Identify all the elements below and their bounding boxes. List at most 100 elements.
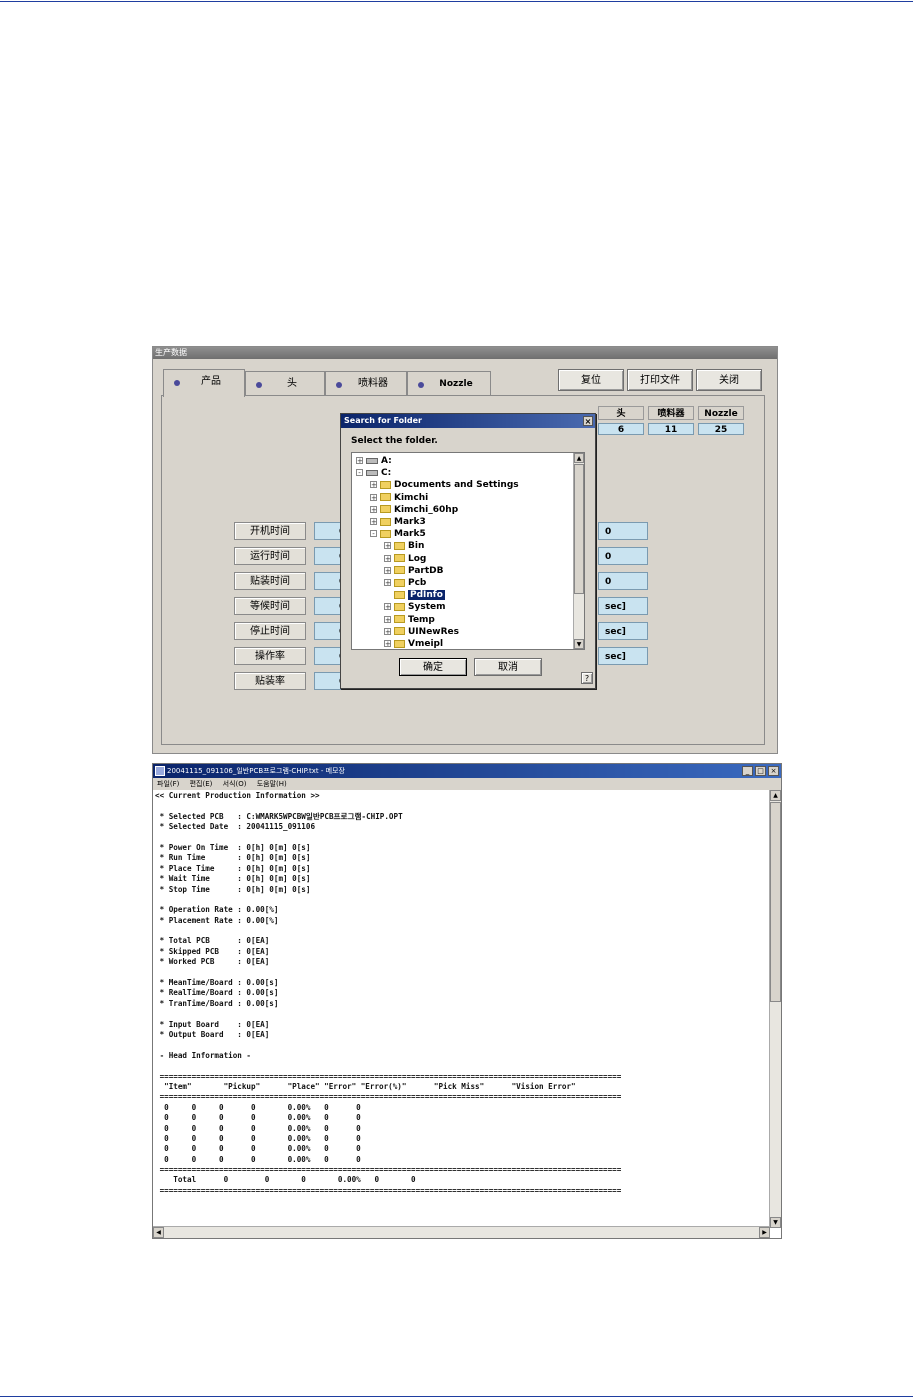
close-icon[interactable]: ×	[768, 766, 779, 776]
tree-node[interactable]: + Log	[384, 553, 426, 565]
help-icon[interactable]: ?	[581, 672, 593, 684]
tree-node[interactable]: + UINewRes	[384, 626, 459, 638]
text-line: - Head Information -	[155, 1050, 252, 1060]
dialog-title-bar: Search for Folder ×	[341, 414, 595, 428]
reset-button[interactable]: 复位	[558, 369, 624, 391]
text-line: * RealTime/Board : 0.00[s]	[155, 988, 279, 998]
tree-node[interactable]: + PartDB	[384, 565, 444, 577]
tree-node[interactable]: PdInfo	[384, 589, 445, 601]
text-line: ========================================…	[155, 1092, 622, 1102]
expand-icon[interactable]: +	[384, 566, 391, 574]
dialog-close-icon[interactable]: ×	[583, 416, 593, 426]
scroll-right-icon[interactable]: ▶	[759, 1227, 770, 1238]
production-window: 生产数据 产品 头 喷料器 Nozzle 复位 打印文件 关闭 头 喷料器 No…	[152, 346, 778, 754]
tree-node-label: Kimchi	[394, 492, 429, 503]
tree-node[interactable]: + Kimchi_60hp	[370, 504, 458, 516]
expand-icon[interactable]: +	[384, 640, 391, 648]
expand-icon[interactable]: +	[384, 579, 391, 587]
tree-node[interactable]: + Pcb	[384, 577, 426, 589]
search-folder-dialog: Search for Folder × Select the folder. +…	[340, 413, 596, 689]
expand-icon[interactable]: +	[370, 481, 377, 489]
text-line	[155, 1207, 767, 1217]
collapse-icon[interactable]: -	[356, 469, 363, 477]
text-line: 0 0 0 0 0.00% 0 0	[155, 1133, 361, 1143]
menu-format[interactable]: 서식(O)	[223, 780, 247, 788]
scroll-left-icon[interactable]: ◀	[153, 1227, 164, 1238]
folder-icon	[394, 578, 405, 587]
text-line	[155, 1217, 767, 1225]
operation-rate-label: 操作率	[234, 647, 306, 665]
tab-feeder[interactable]: 喷料器	[325, 371, 407, 395]
tree-node-label: Bin	[408, 541, 425, 552]
menu-file[interactable]: 파일(F)	[157, 780, 179, 788]
menu-edit[interactable]: 편집(E)	[190, 780, 213, 788]
tree-node[interactable]: + System	[384, 601, 446, 613]
tree-node[interactable]: - Mark5	[370, 528, 426, 540]
scroll-thumb[interactable]	[574, 464, 584, 594]
dialog-prompt: Select the folder.	[351, 436, 438, 446]
print-button[interactable]: 打印文件	[627, 369, 693, 391]
scroll-down-icon[interactable]: ▼	[770, 1217, 781, 1228]
tree-node-label: Documents and Settings	[394, 480, 519, 491]
wait-time-tail: sec]	[598, 597, 648, 615]
tree-node[interactable]: + Documents and Settings	[370, 479, 519, 491]
expand-icon[interactable]: +	[370, 518, 377, 526]
notepad-text-area[interactable]: << Current Production Information >> * S…	[155, 791, 767, 1225]
tree-node-label: Log	[408, 553, 427, 564]
expand-icon[interactable]: +	[384, 627, 391, 635]
minimize-icon[interactable]: _	[742, 766, 753, 776]
tab-product[interactable]: 产品	[163, 369, 245, 397]
tree-node[interactable]: + Vmeipl	[384, 638, 443, 649]
close-button[interactable]: 关闭	[696, 369, 762, 391]
expand-icon[interactable]: +	[356, 457, 363, 465]
expand-icon[interactable]: +	[384, 615, 391, 623]
run-time-tail: 0	[598, 547, 648, 565]
scroll-up-icon[interactable]: ▲	[770, 790, 781, 801]
cancel-button[interactable]: 取消	[474, 658, 542, 676]
expand-icon[interactable]: +	[384, 542, 391, 550]
notepad-vertical-scrollbar[interactable]: ▲ ▼	[769, 790, 781, 1228]
tree-node[interactable]: + Mark3	[370, 516, 426, 528]
notepad-horizontal-scrollbar[interactable]: ◀ ▶	[153, 1226, 770, 1238]
tab-head[interactable]: 头	[245, 371, 325, 395]
wait-time-label: 等候时间	[234, 597, 306, 615]
text-line: << Current Production Information >>	[155, 791, 320, 800]
expand-icon[interactable]: +	[384, 603, 391, 611]
expand-icon[interactable]: +	[370, 505, 377, 513]
text-line: Total 0 0 0 0.00% 0 0	[155, 1175, 416, 1185]
notepad-app-icon	[155, 766, 165, 776]
folder-tree[interactable]: + A: - C: + Documents and Settings + Kimchi + Kim…	[351, 452, 585, 650]
tab-nozzle[interactable]: Nozzle	[407, 371, 491, 395]
tree-node-label: PartDB	[408, 565, 444, 576]
expand-icon[interactable]: +	[370, 493, 377, 501]
folder-icon	[394, 541, 405, 550]
text-line: * Place Time : 0[h] 0[m] 0[s]	[155, 863, 311, 873]
text-line: * Stop Time : 0[h] 0[m] 0[s]	[155, 884, 311, 894]
tree-node[interactable]: + Bin	[384, 540, 424, 552]
maximize-icon[interactable]: □	[755, 766, 766, 776]
tree-scrollbar[interactable]: ▲ ▼	[573, 453, 584, 649]
tree-node[interactable]: + A:	[356, 455, 392, 467]
scroll-up-icon[interactable]: ▲	[574, 453, 584, 463]
tree-node[interactable]: - C:	[356, 467, 391, 479]
tree-node-label: UINewRes	[408, 626, 459, 637]
collapse-icon[interactable]: -	[370, 530, 377, 538]
text-line	[155, 801, 767, 811]
tree-node[interactable]: + Temp	[384, 614, 435, 626]
expand-icon[interactable]: +	[384, 554, 391, 562]
tree-node[interactable]: + Kimchi	[370, 492, 428, 504]
scroll-down-icon[interactable]: ▼	[574, 639, 584, 649]
text-line: * MeanTime/Board : 0.00[s]	[155, 978, 279, 988]
notepad-menu-bar: 파일(F) 편집(E) 서식(O) 도움말(H)	[153, 778, 781, 790]
folder-icon	[380, 493, 391, 502]
folder-icon	[394, 590, 405, 599]
menu-help[interactable]: 도움말(H)	[257, 780, 287, 788]
ok-button[interactable]: 确定	[399, 658, 467, 676]
text-line: * Run Time : 0[h] 0[m] 0[s]	[155, 853, 311, 863]
tree-node-label: System	[408, 602, 446, 613]
scroll-thumb[interactable]	[770, 802, 781, 1002]
folder-icon	[380, 529, 391, 538]
notepad-title: 20041115_091106_일반PCB프로그램-CHIP.txt - 메모장	[167, 767, 345, 775]
tree-node-label: Temp	[408, 614, 435, 625]
header-feeder: 喷料器	[648, 406, 694, 420]
